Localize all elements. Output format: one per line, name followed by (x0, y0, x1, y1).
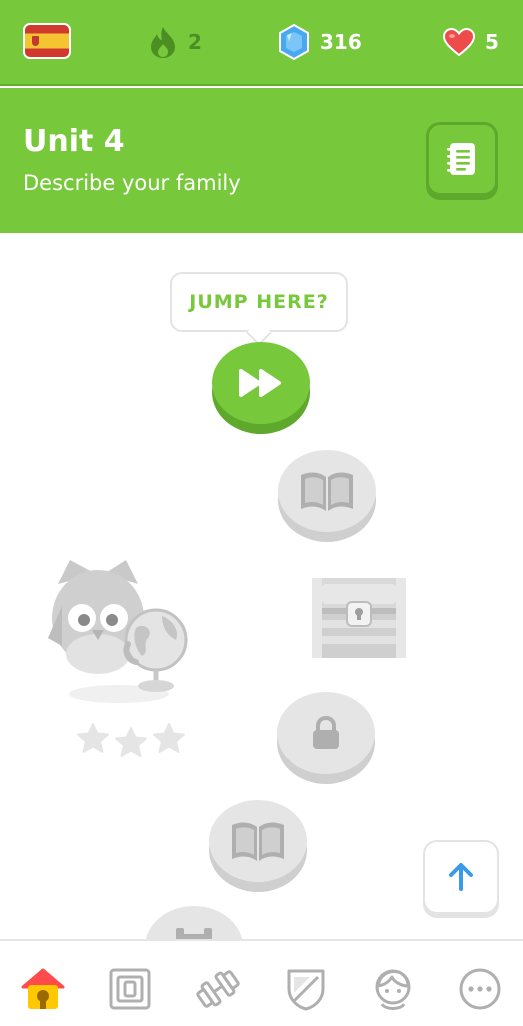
star-icon (115, 727, 147, 757)
arrow-up-icon (449, 863, 473, 891)
top-bar: 2 316 5 (0, 0, 523, 86)
nav-practice[interactable] (194, 965, 242, 1013)
lesson-node-book-2[interactable] (209, 800, 307, 892)
treasure-chest-icon[interactable] (308, 574, 410, 660)
nav-alphabet[interactable] (106, 965, 154, 1013)
dumbbell-icon (176, 928, 212, 940)
book-icon (232, 822, 284, 861)
unit-subtitle: Describe your family (23, 171, 241, 195)
heart-icon (443, 28, 475, 56)
profile-icon (375, 969, 411, 1010)
streak-count: 2 (188, 30, 202, 54)
mascot-stars (77, 723, 185, 757)
gems-count: 316 (320, 30, 362, 54)
hearts-count: 5 (485, 30, 499, 54)
nav-more[interactable] (456, 965, 504, 1013)
streak-counter[interactable]: 2 (148, 24, 202, 60)
locked-node-button[interactable] (277, 692, 375, 784)
more-icon (459, 968, 501, 1010)
leagues-shield-icon (287, 969, 325, 1011)
unit-title: Unit 4 (23, 124, 125, 159)
hearts-counter[interactable]: 5 (443, 24, 499, 60)
star-icon (77, 723, 109, 753)
book-icon (301, 472, 353, 511)
lesson-node-book[interactable] (278, 450, 376, 542)
jump-node-button[interactable] (212, 342, 310, 434)
fast-forward-icon (239, 369, 281, 397)
alphabet-icon (109, 968, 151, 1010)
star-icon (153, 723, 185, 753)
gems-counter[interactable]: 316 (278, 24, 362, 60)
unit-header: Unit 4 Describe your family (0, 88, 523, 233)
fire-icon (151, 27, 175, 58)
owl-with-globe-icon (48, 560, 188, 703)
lock-icon (313, 715, 339, 749)
nav-home[interactable] (19, 965, 67, 1013)
practice-dumbbell-icon (196, 970, 240, 1008)
nav-leagues[interactable] (282, 965, 330, 1013)
home-icon (21, 968, 65, 1009)
spain-flag-icon[interactable] (23, 23, 71, 59)
bottom-nav (0, 939, 523, 1026)
scroll-to-top-button[interactable] (423, 840, 499, 914)
nav-profile[interactable] (369, 965, 417, 1013)
practice-node-partial[interactable] (145, 906, 243, 940)
guidebook-button[interactable] (426, 122, 498, 196)
gem-icon (279, 24, 309, 60)
guidebook-icon (447, 143, 475, 175)
